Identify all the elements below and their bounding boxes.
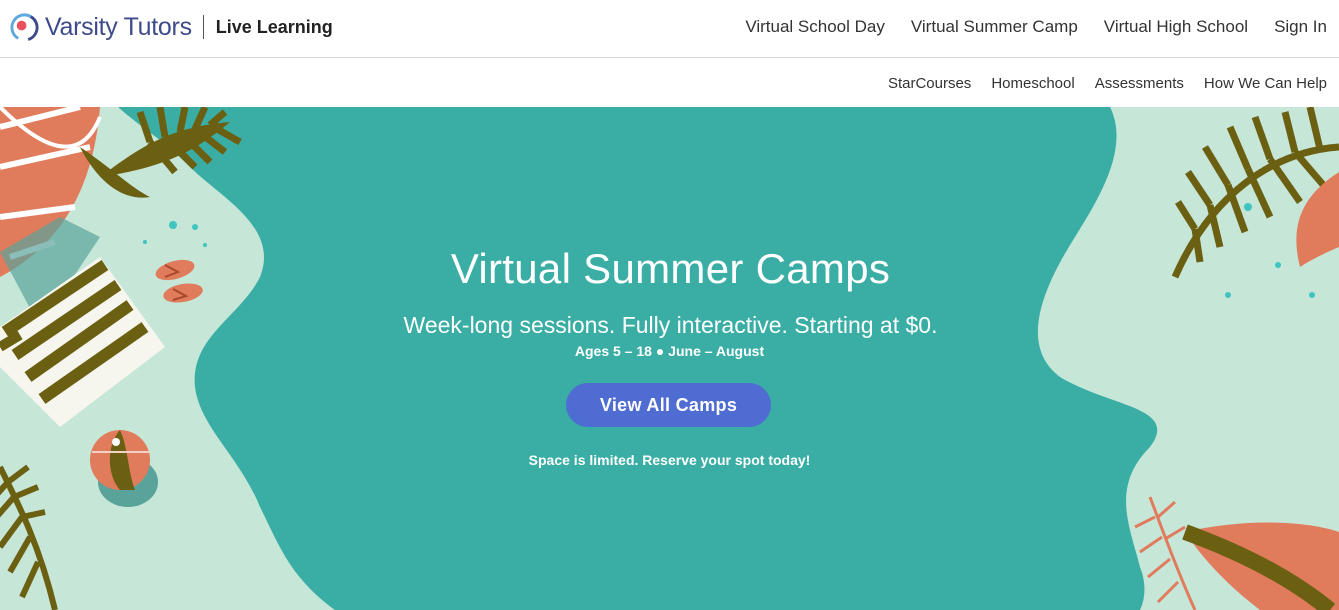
hero-note: Space is limited. Reserve your spot toda…	[528, 452, 811, 468]
nav-sign-in[interactable]: Sign In	[1274, 16, 1327, 38]
top-header: Varsity Tutors Live Learning Virtual Sch…	[0, 0, 1339, 58]
brand-subtitle: Live Learning	[215, 16, 333, 37]
nav-virtual-high-school[interactable]: Virtual High School	[1104, 16, 1248, 38]
brand-divider	[202, 15, 204, 39]
main-nav: Virtual School Day Virtual Summer Camp V…	[745, 16, 1327, 38]
hero-banner: Virtual Summer Camps Week-long sessions.…	[0, 107, 1339, 610]
nav-virtual-summer-camp[interactable]: Virtual Summer Camp	[911, 16, 1078, 38]
hero-subtitle: Week-long sessions. Fully interactive. S…	[403, 312, 938, 338]
subnav-starcourses[interactable]: StarCourses	[888, 74, 971, 94]
varsity-tutors-logo-icon	[10, 12, 39, 42]
secondary-nav: StarCourses Homeschool Assessments How W…	[888, 74, 1327, 94]
subnav-homeschool[interactable]: Homeschool	[991, 74, 1074, 94]
brand[interactable]: Varsity Tutors Live Learning	[9, 9, 333, 45]
subnav-assessments[interactable]: Assessments	[1095, 74, 1184, 94]
hero-ages-dates: Ages 5 – 18 ● June – August	[574, 343, 765, 359]
secondary-header: StarCourses Homeschool Assessments How W…	[0, 59, 1339, 107]
subnav-how-we-can-help[interactable]: How We Can Help	[1204, 74, 1327, 94]
nav-virtual-school-day[interactable]: Virtual School Day	[745, 16, 885, 38]
view-all-camps-button[interactable]: View All Camps	[566, 383, 771, 427]
hero-title: Virtual Summer Camps	[450, 245, 891, 292]
hero-content: Virtual Summer Camps Week-long sessions.…	[0, 107, 1339, 610]
brand-name: Varsity Tutors	[45, 12, 192, 41]
